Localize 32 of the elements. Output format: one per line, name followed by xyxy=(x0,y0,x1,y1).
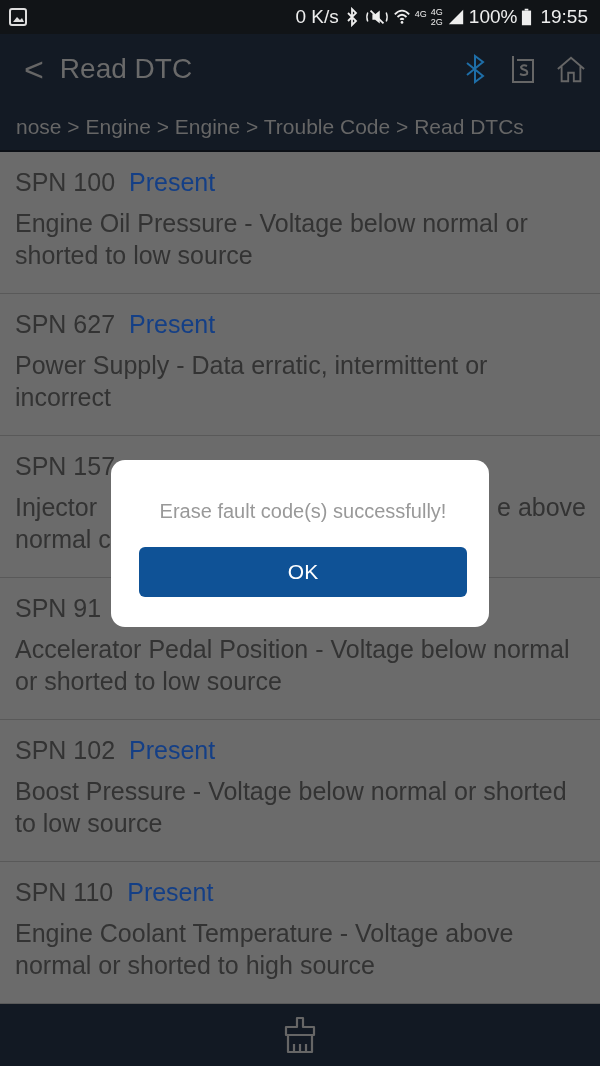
dtc-description: normal c xyxy=(15,523,111,555)
home-icon[interactable] xyxy=(556,54,586,85)
dialog-message: Erase fault code(s) successfully! xyxy=(159,499,447,523)
dtc-description: e above xyxy=(497,491,586,523)
dtc-code: SPN 157 xyxy=(15,451,116,481)
brush-icon[interactable] xyxy=(282,1015,318,1054)
dtc-description: Engine Coolant Temperature - Voltage above normal or shorted to high source xyxy=(15,917,515,981)
dtc-status: Present xyxy=(129,735,216,765)
dtc-status: Present xyxy=(129,309,216,339)
dtc-description: Power Supply - Data erratic, intermittent or incorrect xyxy=(15,349,489,413)
dtc-status: Present xyxy=(127,877,214,907)
dtc-code: SPN 627 xyxy=(15,309,116,339)
network-type: 2G xyxy=(430,17,443,28)
dtc-description: Injector xyxy=(15,491,97,523)
dtc-description: Engine Oil Pressure - Voltage below normal or shorted to low source xyxy=(15,207,529,271)
battery-icon xyxy=(521,7,533,28)
clock: 19:55 xyxy=(540,6,588,29)
network-speed: 0 K/s xyxy=(295,6,339,29)
dtc-code: SPN 102 xyxy=(15,735,116,765)
dtc-description: Accelerator Pedal Position - Voltage below normal or shorted to low source xyxy=(15,633,570,697)
gallery-icon xyxy=(8,7,28,28)
breadcrumb: nose > Engine > Engine > Trouble Code > Read DTCs xyxy=(16,114,524,139)
dtc-status: Present xyxy=(129,167,216,197)
network-type: 4G xyxy=(414,9,427,19)
battery-percent: 100% xyxy=(468,6,518,29)
dtc-description: Boost Pressure - Voltage below normal or shorted to low source xyxy=(15,775,568,839)
screen-title: Read DTC xyxy=(59,53,193,86)
ok-button[interactable]: OK xyxy=(139,546,467,597)
dtc-code: SPN 100 xyxy=(15,167,116,197)
network-type: 4G xyxy=(430,7,443,18)
dtc-code: SPN 110 xyxy=(15,877,114,907)
dtc-code: SPN 91 xyxy=(15,593,102,623)
